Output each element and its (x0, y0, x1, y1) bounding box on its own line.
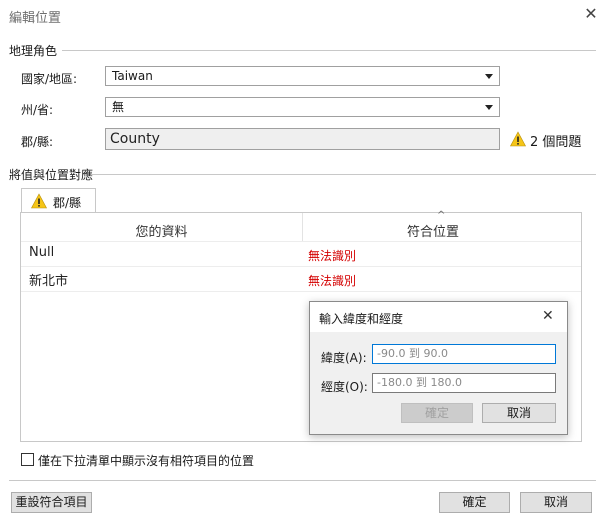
tab-county-label: 郡/縣 (53, 196, 82, 210)
table-row[interactable]: Null 無法識別 (21, 242, 581, 266)
row-match-cell[interactable]: 無法識別 (308, 247, 356, 264)
longitude-label: 經度(O): (321, 380, 368, 394)
cancel-button[interactable]: 取消 (520, 492, 592, 513)
close-icon[interactable]: ✕ (581, 4, 601, 24)
column-header-matching-location[interactable]: 符合位置 (303, 221, 563, 240)
show-unmatched-label: 僅在下拉清單中顯示沒有相符項目的位置 (38, 454, 255, 468)
county-label: 郡/縣: (21, 135, 54, 149)
column-header-your-data[interactable]: 您的資料 (21, 221, 302, 240)
state-select[interactable]: 無 (105, 97, 500, 117)
county-field: County (105, 128, 500, 150)
row-match-cell[interactable]: 無法識別 (308, 272, 356, 289)
show-unmatched-checkbox[interactable] (21, 453, 34, 466)
dropdown-arrow-icon (485, 74, 493, 79)
county-value: County (110, 131, 160, 147)
table-row[interactable]: 新北市 無法識別 (21, 267, 581, 291)
row-divider (21, 291, 581, 292)
row-data-cell: Null (29, 245, 55, 260)
geo-section-title: 地理角色 (9, 44, 58, 58)
section-divider (62, 50, 596, 51)
longitude-input[interactable]: -180.0 到 180.0 (372, 373, 556, 393)
country-value: Taiwan (112, 69, 153, 83)
dropdown-arrow-icon (485, 105, 493, 110)
tab-county[interactable]: 郡/縣 (21, 188, 96, 213)
row-data-cell: 新北市 (29, 274, 69, 289)
match-section-title: 將值與位置對應 (9, 168, 94, 182)
section-divider (91, 174, 596, 175)
footer-divider (9, 480, 596, 481)
issues-link[interactable]: 2 個問題 (530, 131, 581, 150)
state-label: 州/省: (21, 103, 54, 117)
close-icon[interactable]: ✕ (542, 308, 554, 324)
ok-button[interactable]: 確定 (439, 492, 510, 513)
latitude-label: 緯度(A): (321, 351, 367, 365)
country-label: 國家/地區: (21, 72, 78, 86)
latitude-input[interactable]: -90.0 到 90.0 (372, 344, 556, 364)
reset-matches-button[interactable]: 重設符合項目 (11, 492, 92, 513)
state-value: 無 (112, 100, 125, 114)
lat-long-popup: 輸入緯度和經度 ✕ 緯度(A): -90.0 到 90.0 經度(O): -18… (309, 301, 568, 435)
sort-arrow-icon: ^ (437, 210, 446, 221)
warning-icon (510, 131, 526, 147)
warning-icon (31, 193, 47, 209)
country-select[interactable]: Taiwan (105, 66, 500, 86)
title-bar: 編輯位置 ✕ (0, 0, 604, 30)
window-title: 編輯位置 (9, 11, 62, 26)
popup-ok-button[interactable]: 確定 (401, 403, 473, 423)
popup-header: 輸入緯度和經度 ✕ (310, 302, 567, 332)
popup-cancel-button[interactable]: 取消 (482, 403, 556, 423)
popup-title: 輸入緯度和經度 (319, 312, 404, 326)
